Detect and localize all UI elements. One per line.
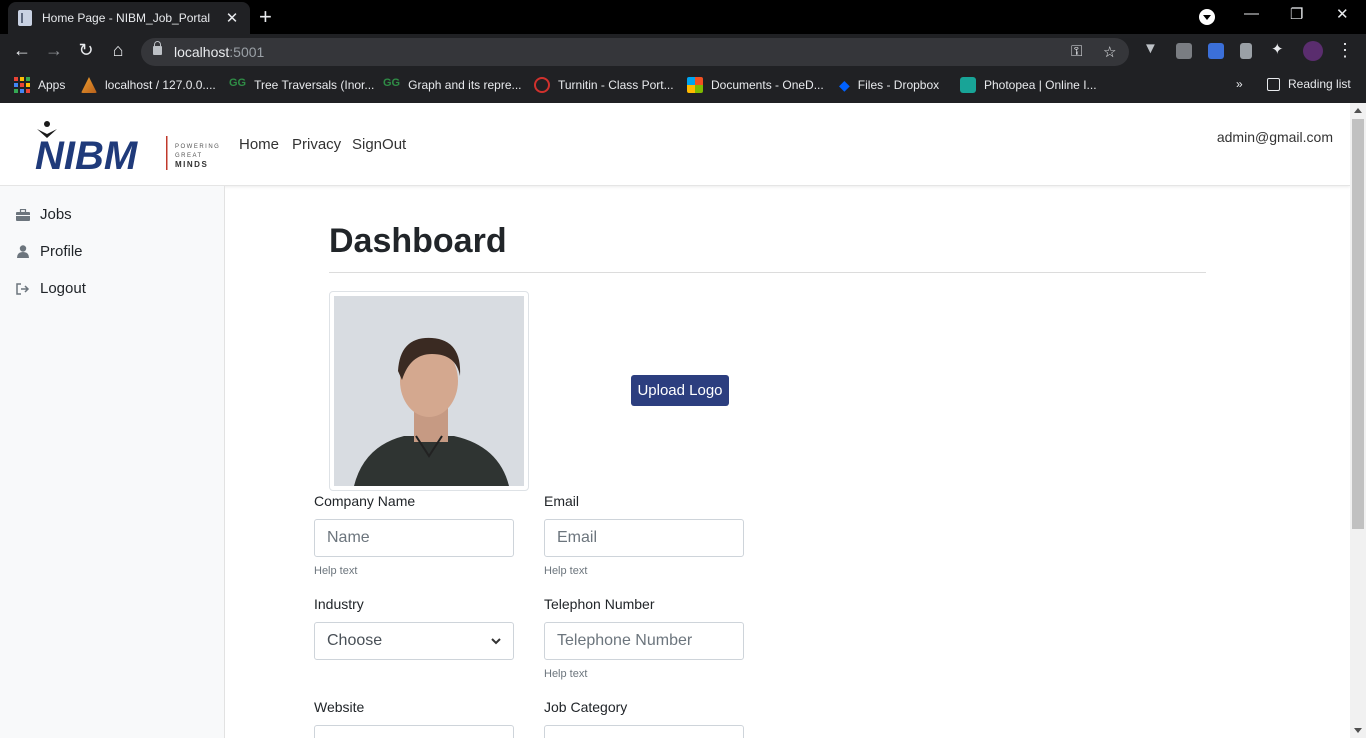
microsoft-icon — [687, 77, 703, 93]
profile-avatar-icon[interactable] — [1303, 41, 1323, 61]
extensions-puzzle-icon[interactable]: ✦ — [1271, 40, 1287, 58]
company-name-input[interactable]: Name — [314, 519, 514, 557]
logo-tagline-2: GREAT — [175, 153, 203, 159]
scroll-up-icon[interactable] — [1354, 108, 1362, 113]
address-bar[interactable]: localhost:5001 ⚿ ☆ — [141, 38, 1129, 66]
main-content: Dashboard Upload Logo Company Name Name … — [225, 186, 1350, 738]
logo-tagline-1: POWERING — [175, 144, 220, 150]
upload-logo-button[interactable]: Upload Logo — [631, 375, 729, 406]
photopea-icon — [960, 77, 976, 93]
bookmark-apps[interactable]: Apps — [14, 77, 65, 93]
job-category-input[interactable] — [544, 725, 744, 738]
bookmark-star-icon[interactable]: ☆ — [1103, 43, 1116, 61]
nav-privacy-link[interactable]: Privacy — [292, 136, 341, 153]
translate-extension-icon[interactable] — [1208, 43, 1224, 59]
bookmarks-overflow[interactable]: » — [1236, 77, 1243, 91]
vue-devtools-icon[interactable]: ▼ — [1143, 40, 1159, 57]
logo-tagline-3: MINDS — [175, 160, 208, 169]
company-name-help: Help text — [314, 565, 358, 577]
tab-close-icon[interactable]: ✕ — [224, 9, 240, 27]
reading-list-button[interactable]: Reading list — [1267, 77, 1351, 91]
back-icon[interactable]: ← — [10, 40, 34, 61]
browser-tab-strip: Home Page - NIBM_Job_Portal ✕ + — ❐ ✕ — [0, 0, 1366, 34]
sidebar-item-label: Jobs — [40, 206, 72, 223]
page-favicon-icon — [18, 10, 32, 26]
url-text: localhost:5001 — [174, 44, 265, 60]
tab-title: Home Page - NIBM_Job_Portal — [42, 11, 211, 25]
dropbox-icon: ◆ — [839, 77, 850, 93]
email-input[interactable]: Email — [544, 519, 744, 557]
web-page: NIBM POWERING GREAT MINDS Home Privacy S… — [0, 103, 1350, 738]
forward-icon[interactable]: → — [42, 40, 66, 61]
bookmark-dropbox[interactable]: ◆ Files - Dropbox — [839, 77, 939, 93]
profile-photo — [334, 296, 524, 486]
sign-out-icon — [16, 282, 30, 296]
reload-icon[interactable]: ↻ — [74, 40, 98, 61]
company-name-label: Company Name — [314, 493, 416, 509]
turnitin-icon — [534, 77, 550, 93]
user-icon — [16, 245, 30, 259]
restore-icon[interactable]: ❐ — [1290, 5, 1303, 23]
sidebar-item-profile[interactable]: Profile — [16, 243, 83, 260]
reading-list-icon — [1267, 77, 1280, 91]
top-navbar: NIBM POWERING GREAT MINDS Home Privacy S… — [0, 103, 1350, 186]
sidebar-item-jobs[interactable]: Jobs — [16, 206, 72, 223]
industry-label: Industry — [314, 596, 364, 612]
telephone-label: Telephon Number — [544, 596, 655, 612]
clipboard-extension-icon[interactable] — [1240, 43, 1252, 59]
extension-icon[interactable] — [1176, 43, 1192, 59]
browser-toolbar: ← → ↻ ⌂ localhost:5001 ⚿ ☆ ▼ ✦ ⋮ — [0, 34, 1366, 70]
user-email: admin@gmail.com — [1216, 129, 1333, 145]
chevron-down-icon — [491, 637, 501, 644]
minimize-icon[interactable]: — — [1244, 5, 1259, 22]
browser-menu-icon[interactable]: ⋮ — [1333, 40, 1357, 61]
nav-home-link[interactable]: Home — [239, 136, 279, 153]
telephone-help: Help text — [544, 668, 588, 680]
email-label: Email — [544, 493, 580, 509]
logo-wordmark: NIBM — [35, 134, 139, 174]
nav-signout-link[interactable]: SignOut — [352, 136, 406, 153]
lock-icon — [153, 41, 162, 55]
window-close-icon[interactable]: ✕ — [1336, 5, 1349, 23]
page-title: Dashboard — [329, 222, 507, 260]
nibm-logo[interactable]: NIBM POWERING GREAT MINDS — [33, 119, 229, 174]
browser-tab[interactable]: Home Page - NIBM_Job_Portal ✕ — [8, 2, 250, 34]
sidebar-item-label: Logout — [40, 280, 86, 297]
scrollbar-thumb[interactable] — [1352, 119, 1364, 529]
website-input[interactable] — [314, 725, 514, 738]
bookmark-localhost[interactable]: localhost / 127.0.0.... — [81, 77, 216, 93]
bookmarks-bar: Apps localhost / 127.0.0.... GG Tree Tra… — [0, 70, 1366, 103]
sidebar: Jobs Profile Logout — [0, 186, 225, 738]
scroll-down-icon[interactable] — [1354, 728, 1362, 733]
industry-select[interactable]: Choose — [314, 622, 514, 660]
bookmark-tree-traversals[interactable]: GG Tree Traversals (Inor... — [229, 77, 374, 93]
phpmyadmin-icon — [81, 77, 97, 93]
title-divider — [329, 272, 1206, 273]
sidebar-item-label: Profile — [40, 243, 83, 260]
apps-grid-icon — [14, 77, 30, 93]
bookmark-photopea[interactable]: Photopea | Online I... — [960, 77, 1097, 93]
briefcase-icon — [16, 208, 30, 222]
geeksforgeeks-icon: GG — [383, 77, 401, 89]
sidebar-item-logout[interactable]: Logout — [16, 280, 86, 297]
page-scrollbar[interactable] — [1350, 103, 1366, 738]
tab-search-icon[interactable] — [1199, 9, 1215, 25]
telephone-input[interactable]: Telephone Number — [544, 622, 744, 660]
website-label: Website — [314, 699, 365, 715]
email-help: Help text — [544, 565, 588, 577]
new-tab-icon[interactable]: + — [259, 6, 272, 28]
bookmark-graph[interactable]: GG Graph and its repre... — [383, 77, 522, 93]
bookmark-turnitin[interactable]: Turnitin - Class Port... — [534, 77, 674, 93]
profile-photo-frame — [329, 291, 529, 491]
key-icon[interactable]: ⚿ — [1071, 43, 1082, 60]
job-category-label: Job Category — [544, 699, 628, 715]
geeksforgeeks-icon: GG — [229, 77, 247, 89]
home-icon[interactable]: ⌂ — [106, 40, 130, 61]
bookmark-onedrive[interactable]: Documents - OneD... — [687, 77, 824, 93]
